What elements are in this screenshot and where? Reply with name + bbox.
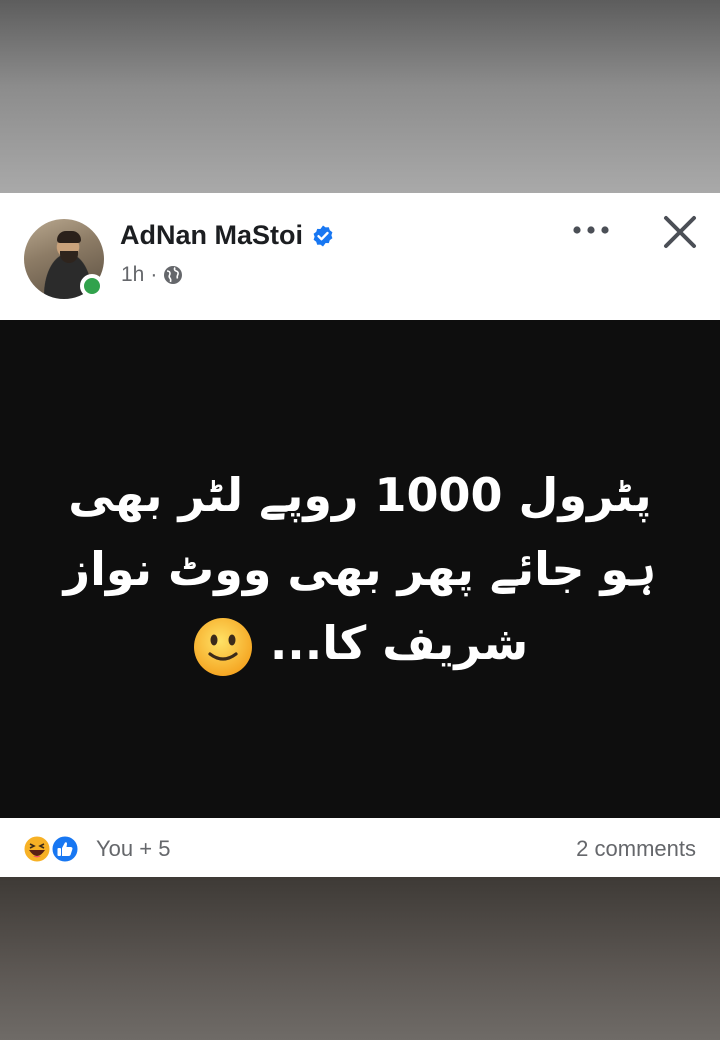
post-text-line-3: شریف کا...	[269, 616, 529, 670]
post-card: AdNan MaStoi 1h · پٹرول 1000 روپے لٹر بھ	[0, 193, 720, 877]
more-dots-icon[interactable]	[566, 215, 616, 245]
reaction-icons[interactable]	[22, 834, 92, 864]
globe-icon[interactable]	[163, 265, 183, 285]
slightly-smiling-face-emoji	[193, 617, 252, 676]
online-status-dot	[80, 274, 104, 298]
author-name[interactable]: AdNan MaStoi	[120, 220, 303, 251]
reaction-count[interactable]: You + 5	[96, 836, 170, 862]
post-text-line-1: پٹرول 1000 روپے لٹر بھی	[68, 468, 652, 522]
comments-count[interactable]: 2 comments	[576, 836, 696, 862]
post-image[interactable]: پٹرول 1000 روپے لٹر بھی ہو جائے پھر بھی …	[0, 320, 720, 818]
post-footer: You + 5 2 comments	[0, 818, 720, 877]
verified-badge-icon	[313, 225, 333, 246]
post-text-line-2: ہو جائے پھر بھی ووٹ نواز	[63, 542, 657, 596]
post-image-text: پٹرول 1000 روپے لٹر بھی ہو جائے پھر بھی …	[60, 458, 660, 680]
background-blur-bottom	[0, 877, 720, 1040]
author-row[interactable]: AdNan MaStoi	[120, 220, 335, 251]
background-blur-top	[0, 0, 720, 193]
post-time[interactable]: 1h	[121, 263, 144, 287]
avatar-hair	[57, 231, 81, 243]
close-icon[interactable]	[658, 210, 702, 254]
post-meta: 1h ·	[121, 263, 183, 287]
meta-separator: ·	[150, 263, 158, 286]
post-text-line-3-row: شریف کا...	[60, 606, 660, 680]
like-reaction-icon	[50, 834, 80, 864]
avatar-beard	[60, 251, 78, 263]
post-header: AdNan MaStoi 1h ·	[0, 193, 720, 320]
haha-reaction-icon	[22, 834, 52, 864]
